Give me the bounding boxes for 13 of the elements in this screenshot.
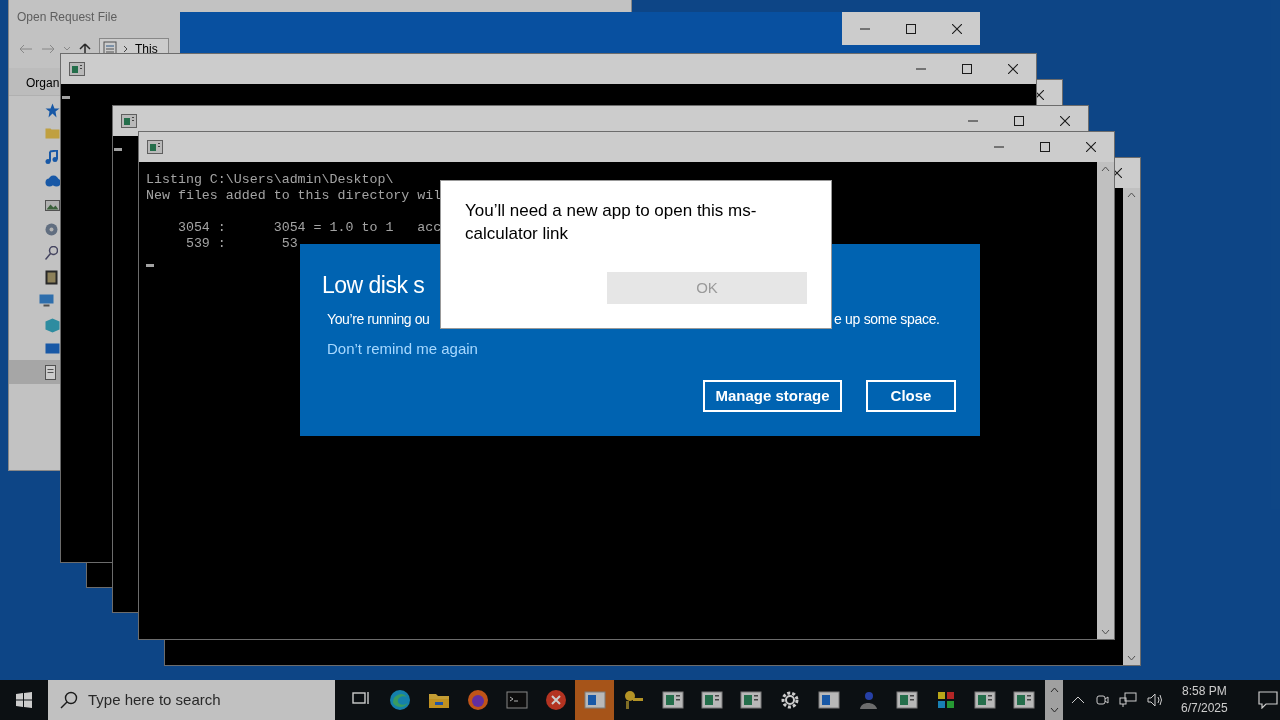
search-placeholder: Type here to search: [88, 689, 221, 710]
clock-date: 6/7/2025: [1181, 700, 1228, 717]
dialog-title: Low disk s: [322, 271, 425, 300]
dialog-message: You’re running ou: [327, 310, 430, 329]
console-line: 3054 : 3054 = 1.0 to 1 acc: [176, 220, 442, 236]
dialog-message: e up some space.: [834, 310, 940, 329]
clock-time: 8:58 PM: [1182, 683, 1227, 700]
console-line: 539 : 53: [184, 236, 298, 252]
window-title: Open Request File: [17, 9, 118, 26]
console-line: New files added to this directory wil: [146, 188, 442, 204]
address-text: This: [135, 41, 158, 58]
dialog-message: You’ll need a new app to open this ms-calculator link: [465, 200, 758, 245]
console-line: Listing C:\Users\admin\Desktop\: [146, 172, 394, 188]
